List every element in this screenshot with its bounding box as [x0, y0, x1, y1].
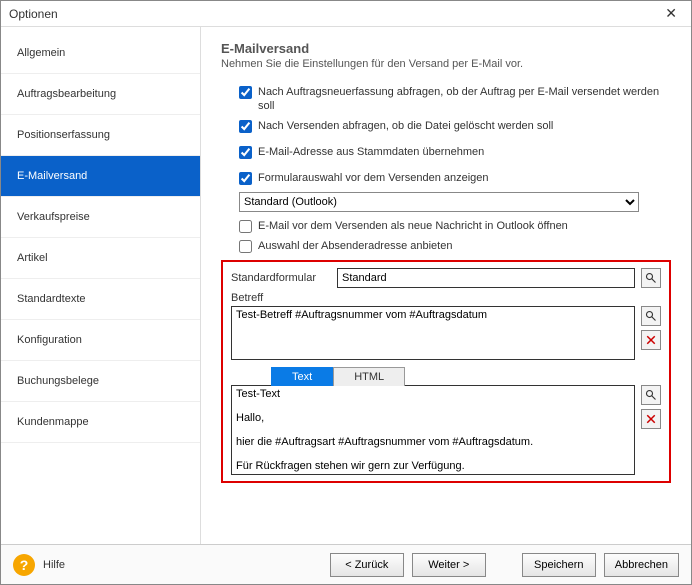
search-icon [645, 272, 657, 284]
back-button[interactable]: < Zurück [330, 553, 404, 577]
sidebar-item-e-mailversand[interactable]: E-Mailversand [1, 156, 200, 197]
select-mail-client[interactable]: Standard (Outlook) [239, 192, 639, 212]
window-title: Optionen [9, 7, 58, 21]
label-offer-sender-choice: Auswahl der Absenderadresse anbieten [258, 239, 452, 253]
delete-icon [645, 334, 657, 346]
sidebar-item-konfiguration[interactable]: Konfiguration [1, 320, 200, 361]
checkbox-ask-delete-after-send[interactable] [239, 120, 252, 133]
checkbox-use-email-from-master[interactable] [239, 146, 252, 159]
sidebar-item-buchungsbelege[interactable]: Buchungsbelege [1, 361, 200, 402]
label-ask-after-create: Nach Auftragsneuerfassung abfragen, ob d… [258, 85, 671, 113]
label-show-form-selection: Formularauswahl vor dem Versenden anzeig… [258, 171, 489, 185]
sidebar-item-verkaufspreise[interactable]: Verkaufspreise [1, 197, 200, 238]
standard-form-input[interactable] [337, 268, 635, 288]
label-ask-delete-after-send: Nach Versenden abfragen, ob die Datei ge… [258, 119, 553, 133]
help-link[interactable]: ? Hilfe [13, 554, 65, 576]
subject-textarea[interactable] [231, 306, 635, 360]
checkbox-offer-sender-choice[interactable] [239, 240, 252, 253]
close-icon[interactable]: ✕ [659, 5, 683, 22]
checkbox-show-form-selection[interactable] [239, 172, 252, 185]
save-button[interactable]: Speichern [522, 553, 596, 577]
label-open-in-outlook: E-Mail vor dem Versenden als neue Nachri… [258, 219, 568, 233]
help-icon: ? [13, 554, 35, 576]
subject-clear-button[interactable] [641, 330, 661, 350]
body-clear-button[interactable] [641, 409, 661, 429]
label-use-email-from-master: E-Mail-Adresse aus Stammdaten übernehmen [258, 145, 484, 159]
sidebar-item-auftragsbearbeitung[interactable]: Auftragsbearbeitung [1, 74, 200, 115]
search-icon [645, 310, 657, 322]
subject-label: Betreff [231, 292, 661, 304]
tab-html[interactable]: HTML [333, 367, 405, 386]
cancel-button[interactable]: Abbrechen [604, 553, 679, 577]
next-button[interactable]: Weiter > [412, 553, 486, 577]
sidebar-item-artikel[interactable]: Artikel [1, 238, 200, 279]
search-icon [645, 389, 657, 401]
standard-form-browse-button[interactable] [641, 268, 661, 288]
help-label: Hilfe [43, 559, 65, 571]
titlebar: Optionen ✕ [1, 1, 691, 27]
main-panel: E-Mailversand Nehmen Sie die Einstellung… [201, 27, 691, 544]
sidebar: Allgemein Auftragsbearbeitung Positionse… [1, 27, 201, 544]
highlighted-form-area: Standardformular Betreff [221, 260, 671, 483]
standard-form-label: Standardformular [231, 272, 331, 284]
checkbox-ask-after-create[interactable] [239, 86, 252, 99]
tab-text[interactable]: Text [271, 367, 333, 386]
subject-browse-button[interactable] [641, 306, 661, 326]
footer: ? Hilfe < Zurück Weiter > Speichern Abbr… [1, 544, 691, 584]
sidebar-item-positionserfassung[interactable]: Positionserfassung [1, 115, 200, 156]
sidebar-item-allgemein[interactable]: Allgemein [1, 33, 200, 74]
body-browse-button[interactable] [641, 385, 661, 405]
body-textarea[interactable] [231, 385, 635, 475]
sidebar-item-kundenmappe[interactable]: Kundenmappe [1, 402, 200, 443]
checkbox-open-in-outlook[interactable] [239, 220, 252, 233]
sidebar-item-standardtexte[interactable]: Standardtexte [1, 279, 200, 320]
delete-icon [645, 413, 657, 425]
page-title: E-Mailversand [221, 41, 671, 56]
page-subtitle: Nehmen Sie die Einstellungen für den Ver… [221, 58, 671, 70]
